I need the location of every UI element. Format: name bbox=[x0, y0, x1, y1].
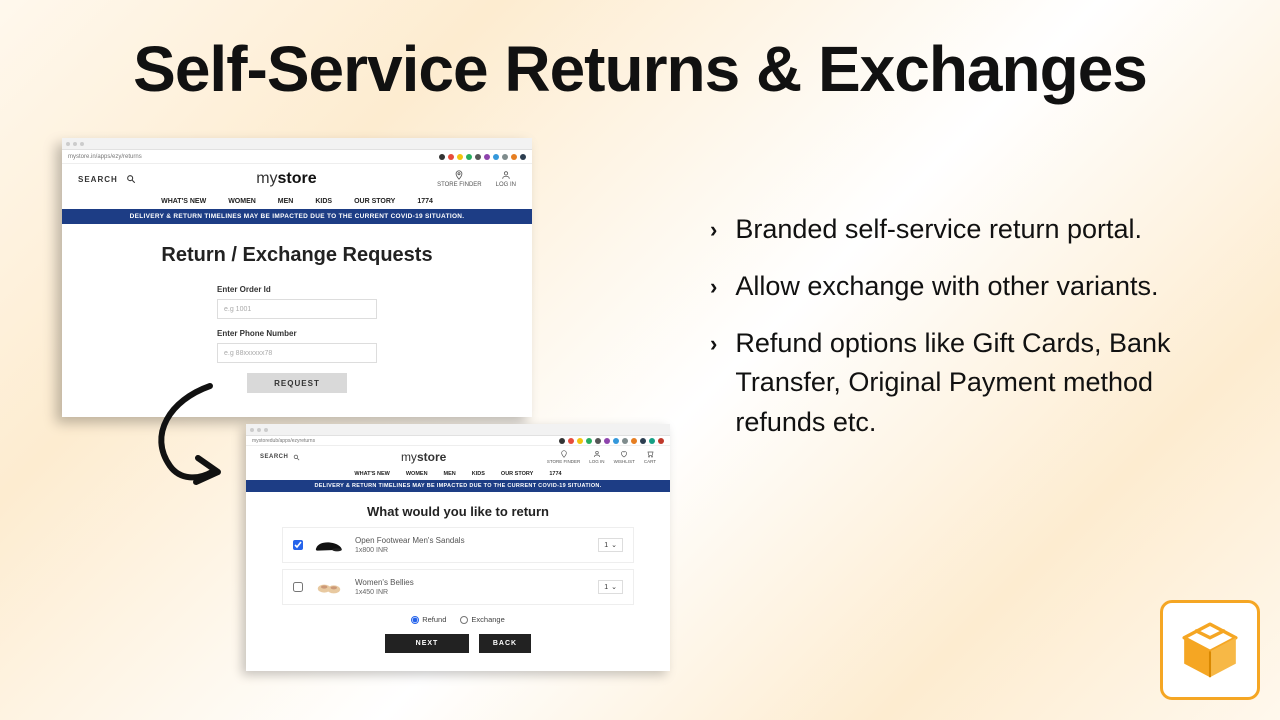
form-heading: Return / Exchange Requests bbox=[62, 244, 532, 267]
search-icon bbox=[293, 454, 300, 461]
return-request-form: Return / Exchange Requests Enter Order I… bbox=[62, 224, 532, 417]
chevron-right-icon: › bbox=[710, 324, 717, 441]
browser-extensions bbox=[559, 438, 664, 444]
phone-input[interactable]: e.g 88xxxxxx78 bbox=[217, 343, 377, 363]
item-name: Open Footwear Men's Sandals bbox=[355, 536, 588, 545]
bullet-text: Branded self-service return portal. bbox=[735, 210, 1142, 249]
product-thumbnail bbox=[313, 576, 345, 598]
return-items-form: What would you like to return Open Footw… bbox=[246, 492, 670, 671]
pin-icon bbox=[454, 170, 464, 180]
heart-icon bbox=[620, 450, 628, 458]
user-icon bbox=[593, 450, 601, 458]
browser-addressbar: mystoredub/apps/ezyreturns bbox=[246, 436, 670, 446]
nav-item[interactable]: WOMEN bbox=[228, 198, 256, 205]
box-icon bbox=[1176, 616, 1244, 684]
store-logo[interactable]: mystore bbox=[256, 170, 316, 188]
browser-addressbar: mystore.in/apps/ezy/returns bbox=[62, 150, 532, 164]
cart-icon bbox=[646, 450, 654, 458]
item-checkbox[interactable] bbox=[293, 582, 303, 592]
item-name: Women's Bellies bbox=[355, 578, 588, 587]
search-toggle[interactable]: SEARCH bbox=[260, 454, 300, 461]
pin-icon bbox=[560, 450, 568, 458]
nav-item[interactable]: OUR STORY bbox=[354, 198, 395, 205]
login-link[interactable]: LOG IN bbox=[589, 450, 604, 464]
order-id-label: Enter Order Id bbox=[217, 285, 377, 294]
feature-list: › Branded self-service return portal. › Al… bbox=[710, 210, 1230, 460]
return-item-row: Open Footwear Men's Sandals 1x800 INR 1⌄ bbox=[282, 527, 634, 563]
return-item-row: Women's Bellies 1x450 INR 1⌄ bbox=[282, 569, 634, 605]
nav-item[interactable]: 1774 bbox=[417, 198, 433, 205]
url-text: mystoredub/apps/ezyreturns bbox=[252, 438, 315, 444]
item-price: 1x450 INR bbox=[355, 589, 588, 596]
chevron-right-icon: › bbox=[710, 210, 717, 249]
nav-item[interactable]: MEN bbox=[278, 198, 294, 205]
nav-item[interactable]: KIDS bbox=[472, 471, 485, 477]
login-link[interactable]: LOG IN bbox=[496, 170, 516, 188]
phone-label: Enter Phone Number bbox=[217, 329, 377, 338]
site-header: SEARCH mystore STORE FINDER LOG IN bbox=[62, 164, 532, 194]
qty-selector[interactable]: 1⌄ bbox=[598, 580, 623, 594]
store-finder-link[interactable]: STORE FINDER bbox=[547, 450, 580, 464]
refund-exchange-choice: Refund Exchange bbox=[282, 615, 634, 624]
search-icon bbox=[126, 174, 136, 184]
main-nav: WHAT'S NEW WOMEN MEN KIDS OUR STORY 1774 bbox=[246, 468, 670, 480]
arrow-icon bbox=[140, 380, 230, 490]
notice-banner: DELIVERY & RETURN TIMELINES MAY BE IMPAC… bbox=[62, 209, 532, 224]
wishlist-link[interactable]: WISHLIST bbox=[614, 450, 635, 464]
store-finder-link[interactable]: STORE FINDER bbox=[437, 170, 482, 188]
slide-title: Self-Service Returns & Exchanges bbox=[40, 32, 1240, 106]
product-logo-badge bbox=[1160, 600, 1260, 700]
item-checkbox[interactable] bbox=[293, 540, 303, 550]
search-toggle[interactable]: SEARCH bbox=[78, 174, 136, 184]
browser-tabbar bbox=[62, 138, 532, 150]
nav-item[interactable]: 1774 bbox=[549, 471, 561, 477]
product-thumbnail bbox=[313, 534, 345, 556]
nav-item[interactable]: WHAT'S NEW bbox=[354, 471, 389, 477]
returns-request-screenshot: mystore.in/apps/ezy/returns SEARCH mysto… bbox=[62, 138, 532, 417]
chevron-right-icon: › bbox=[710, 267, 717, 306]
browser-extensions bbox=[439, 154, 526, 160]
exchange-radio[interactable]: Exchange bbox=[460, 615, 504, 624]
nav-item[interactable]: KIDS bbox=[315, 198, 332, 205]
back-button[interactable]: BACK bbox=[479, 634, 531, 653]
user-icon bbox=[501, 170, 511, 180]
site-header: SEARCH mystore STORE FINDER LOG IN WISHL… bbox=[246, 446, 670, 468]
form-heading: What would you like to return bbox=[282, 504, 634, 519]
url-text: mystore.in/apps/ezy/returns bbox=[68, 154, 142, 160]
cart-link[interactable]: CART bbox=[644, 450, 656, 464]
browser-tabbar bbox=[246, 424, 670, 436]
order-id-input[interactable]: e.g 1001 bbox=[217, 299, 377, 319]
nav-item[interactable]: WOMEN bbox=[406, 471, 428, 477]
next-button[interactable]: NEXT bbox=[385, 634, 469, 653]
chevron-down-icon: ⌄ bbox=[611, 583, 617, 591]
notice-banner: DELIVERY & RETURN TIMELINES MAY BE IMPAC… bbox=[246, 480, 670, 492]
bullet-text: Allow exchange with other variants. bbox=[735, 267, 1158, 306]
main-nav: WHAT'S NEW WOMEN MEN KIDS OUR STORY 1774 bbox=[62, 194, 532, 209]
qty-selector[interactable]: 1⌄ bbox=[598, 538, 623, 552]
nav-item[interactable]: MEN bbox=[444, 471, 456, 477]
item-price: 1x800 INR bbox=[355, 547, 588, 554]
bullet-text: Refund options like Gift Cards, Bank Tra… bbox=[735, 324, 1230, 441]
request-button[interactable]: REQUEST bbox=[247, 373, 347, 393]
store-logo[interactable]: mystore bbox=[401, 450, 446, 464]
chevron-down-icon: ⌄ bbox=[611, 541, 617, 549]
return-items-screenshot: mystoredub/apps/ezyreturns SEARCH mystor… bbox=[246, 424, 670, 671]
nav-item[interactable]: WHAT'S NEW bbox=[161, 198, 206, 205]
refund-radio[interactable]: Refund bbox=[411, 615, 446, 624]
nav-item[interactable]: OUR STORY bbox=[501, 471, 533, 477]
